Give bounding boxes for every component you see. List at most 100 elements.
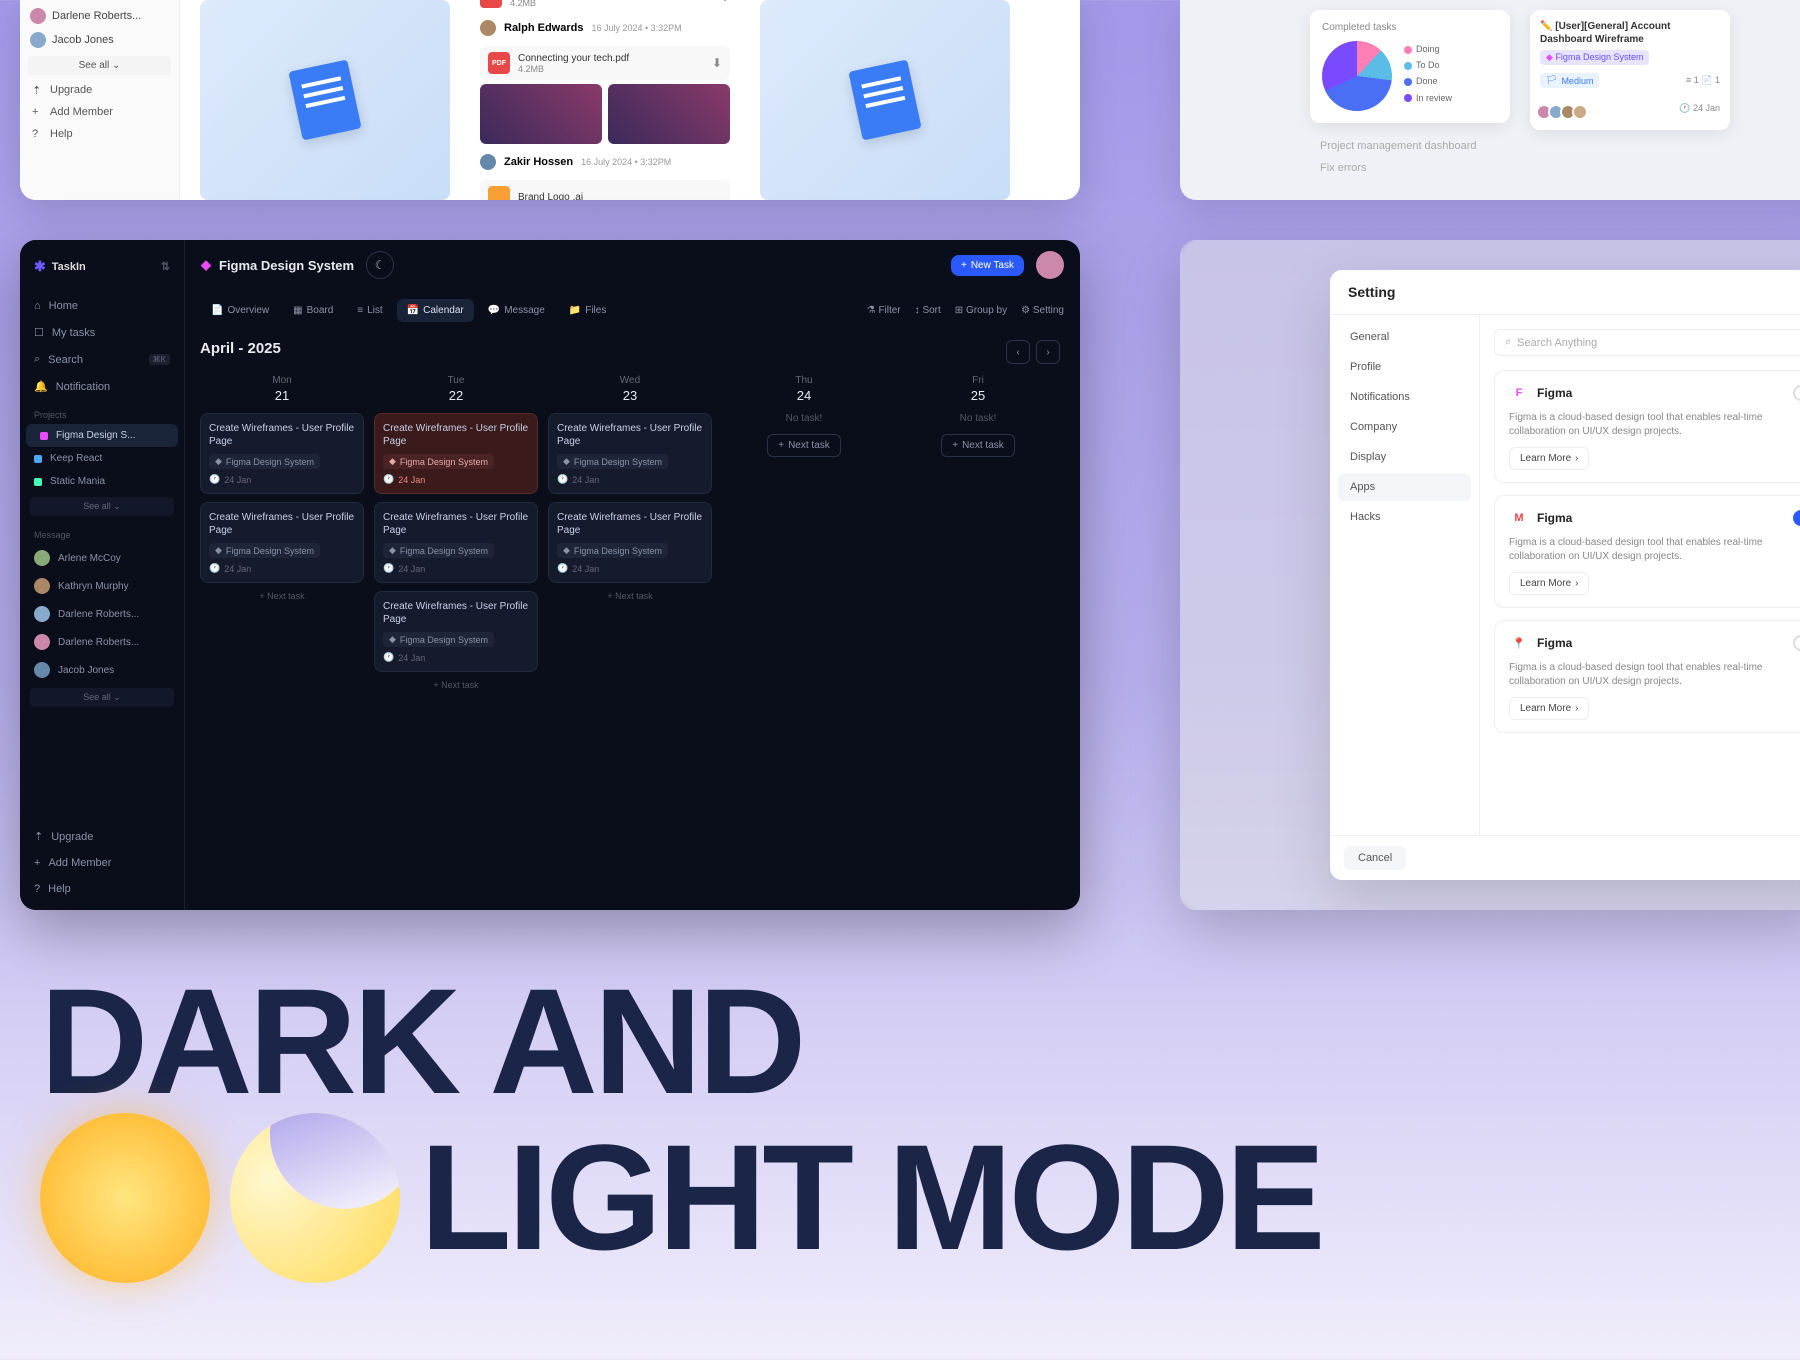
- file-attachment[interactable]: PDF Connecting your tech.pdf4.2MB ⬇: [480, 46, 730, 80]
- task-card[interactable]: ✏️ [User][General] Account Dashboard Wir…: [1530, 10, 1730, 130]
- task-card[interactable]: Create Wireframes - User Profile Page◆ F…: [374, 502, 538, 583]
- learn-more-button[interactable]: Learn More ›: [1509, 697, 1589, 720]
- task-card[interactable]: Create Wireframes - User Profile Page◆ F…: [374, 591, 538, 672]
- tasks-icon: ☐: [34, 326, 44, 339]
- tab-overview[interactable]: 📄 Overview: [201, 299, 279, 322]
- nav-search[interactable]: ⌕Search⌘K: [20, 346, 184, 373]
- app-toggle[interactable]: [1793, 635, 1800, 651]
- download-icon[interactable]: ⬇: [720, 0, 730, 4]
- learn-more-button[interactable]: Learn More ›: [1509, 572, 1589, 595]
- settings-tab-apps[interactable]: Apps: [1338, 473, 1471, 501]
- file-row[interactable]: PDF Connecting your tech.pdf4.2MB ⬇: [470, 0, 740, 14]
- add-member-icon: +: [34, 857, 40, 869]
- next-task-link[interactable]: + Next task: [374, 680, 538, 690]
- prev-month-button[interactable]: ‹: [1006, 340, 1030, 364]
- legend-label: Doing: [1416, 44, 1440, 54]
- tab-files[interactable]: 📁 Files: [559, 299, 617, 322]
- see-all-button[interactable]: See all ⌄: [30, 688, 174, 707]
- day-number: 21: [200, 388, 364, 403]
- task-card[interactable]: Create Wireframes - User Profile Page◆ F…: [200, 413, 364, 494]
- search-input[interactable]: ⌕Search Anything: [1494, 329, 1800, 356]
- project-item[interactable]: Figma Design S...: [26, 424, 178, 447]
- task-card[interactable]: Create Wireframes - User Profile Page◆ F…: [200, 502, 364, 583]
- message-user[interactable]: Kathryn Murphy: [20, 572, 184, 600]
- see-all-button[interactable]: See all ⌄: [30, 497, 174, 516]
- next-month-button[interactable]: ›: [1036, 340, 1060, 364]
- sort-button[interactable]: ↕ Sort: [915, 305, 941, 316]
- nav-notification[interactable]: 🔔Notification: [20, 373, 184, 400]
- task-card[interactable]: Create Wireframes - User Profile Page◆ F…: [548, 413, 712, 494]
- settings-tab-hacks[interactable]: Hacks: [1338, 503, 1471, 531]
- project-item[interactable]: Keep React: [20, 447, 184, 470]
- keyboard-shortcut: ⌘K: [149, 354, 170, 365]
- legend-label: In review: [1416, 93, 1452, 103]
- message-user[interactable]: Darlene Roberts...: [20, 600, 184, 628]
- message-user[interactable]: Arlene McCoy: [20, 544, 184, 572]
- document-icon: [288, 60, 361, 141]
- task-title: Create Wireframes - User Profile Page: [383, 511, 529, 537]
- help-link[interactable]: ?Help: [20, 876, 184, 902]
- settings-tab-company[interactable]: Company: [1338, 413, 1471, 441]
- task-card-overdue[interactable]: Create Wireframes - User Profile Page◆ F…: [374, 413, 538, 494]
- task-title: Create Wireframes - User Profile Page: [557, 422, 703, 448]
- groupby-button[interactable]: ⊞ Group by: [955, 305, 1007, 316]
- background-label: Project management dashboard: [1320, 140, 1477, 152]
- expand-icon[interactable]: ⇅: [161, 260, 170, 273]
- project-item[interactable]: Static Mania: [20, 470, 184, 493]
- app-logo[interactable]: ✱TaskIn⇅: [20, 252, 184, 281]
- image-thumbnail[interactable]: [480, 84, 602, 144]
- list-item[interactable]: Darlene Roberts...: [20, 4, 179, 28]
- upgrade-icon: ⇡: [34, 830, 43, 843]
- project-color-dot: [40, 432, 48, 440]
- list-item[interactable]: Jacob Jones: [20, 28, 179, 52]
- settings-tab-profile[interactable]: Profile: [1338, 353, 1471, 381]
- setting-button[interactable]: ⚙ Setting: [1021, 305, 1064, 316]
- upgrade-link[interactable]: ⇡Upgrade: [20, 823, 184, 850]
- avatar: [34, 606, 50, 622]
- section-header: Projects: [20, 400, 184, 424]
- next-task-link[interactable]: + Next task: [548, 591, 712, 601]
- image-thumbnail[interactable]: [608, 84, 730, 144]
- file-attachment[interactable]: Brand Logo .ai: [480, 180, 730, 200]
- card-title: Completed tasks: [1322, 22, 1498, 33]
- search-icon: ⌕: [1505, 336, 1511, 349]
- download-icon[interactable]: ⬇: [712, 56, 722, 70]
- tab-list[interactable]: ≡ List: [347, 299, 392, 322]
- add-task-button[interactable]: + Next task: [941, 434, 1015, 457]
- settings-tab-general[interactable]: General: [1338, 323, 1471, 351]
- no-task-label: No task!: [722, 413, 886, 424]
- next-task-link[interactable]: + Next task: [200, 591, 364, 601]
- priority-badge: 🏳 Medium: [1540, 73, 1599, 88]
- new-task-button[interactable]: + New Task: [951, 255, 1024, 276]
- add-member-link[interactable]: +Add Member: [20, 101, 179, 123]
- task-title: Create Wireframes - User Profile Page: [209, 511, 355, 537]
- message-user[interactable]: Jacob Jones: [20, 656, 184, 684]
- cancel-button[interactable]: Cancel: [1344, 846, 1406, 870]
- marketing-headline: DARK AND LIGHT MODE: [40, 970, 1322, 1283]
- message-user[interactable]: Darlene Roberts...: [20, 628, 184, 656]
- due-date: 🕐 24 Jan: [383, 652, 529, 663]
- tab-board[interactable]: ▦ Board: [283, 299, 343, 322]
- settings-tab-notifications[interactable]: Notifications: [1338, 383, 1471, 411]
- nav-home[interactable]: ⌂Home: [20, 293, 184, 319]
- settings-tab-display[interactable]: Display: [1338, 443, 1471, 471]
- tab-message[interactable]: 💬 Message: [478, 299, 555, 322]
- tab-calendar[interactable]: 📅 Calendar: [397, 299, 474, 322]
- nav-tasks[interactable]: ☐My tasks: [20, 319, 184, 346]
- learn-more-button[interactable]: Learn More ›: [1509, 447, 1589, 470]
- filter-button[interactable]: ⚗ Filter: [867, 305, 901, 316]
- image-thumbnail[interactable]: [200, 0, 450, 200]
- upgrade-link[interactable]: ⇡Upgrade: [20, 79, 179, 101]
- add-member-link[interactable]: +Add Member: [20, 850, 184, 876]
- image-thumbnail[interactable]: [760, 0, 1010, 200]
- app-toggle[interactable]: [1793, 510, 1800, 526]
- project-color-dot: [34, 478, 42, 486]
- task-card[interactable]: Create Wireframes - User Profile Page◆ F…: [548, 502, 712, 583]
- add-task-button[interactable]: + Next task: [767, 434, 841, 457]
- help-link[interactable]: ?Help: [20, 123, 179, 145]
- see-all-button[interactable]: See all ⌄: [28, 56, 171, 75]
- theme-toggle[interactable]: ☾: [366, 251, 394, 279]
- task-title: Create Wireframes - User Profile Page: [383, 422, 529, 448]
- user-avatar[interactable]: [1036, 251, 1064, 279]
- app-toggle[interactable]: [1793, 385, 1800, 401]
